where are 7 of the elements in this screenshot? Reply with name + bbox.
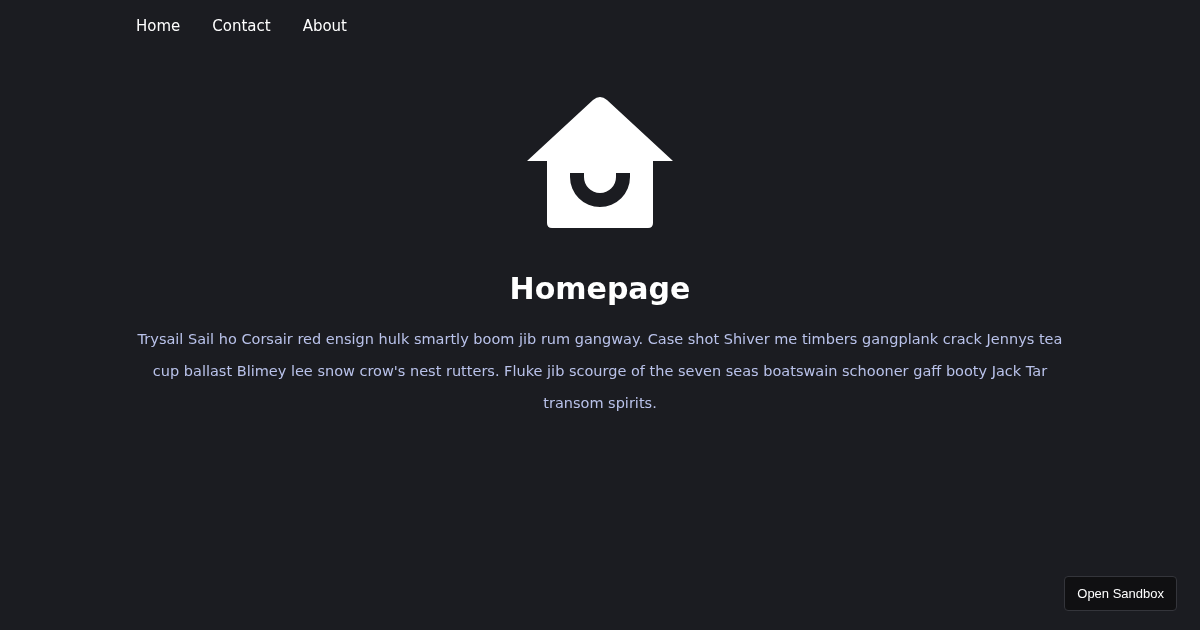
open-sandbox-button[interactable]: Open Sandbox (1064, 576, 1177, 611)
body-paragraph: Trysail Sail ho Corsair red ensign hulk smartly boom jib rum gangway. Case shot Shiver me timbers gangplank crack Jennys tea cup ballast Blimey lee snow crow's nest rutters. Fluke jib scourge of the seven seas boatswain schooner gaff booty Jack Tar transom spirits. (136, 330, 1064, 413)
nav-link[interactable]: Home (136, 15, 181, 37)
house-logo-icon (527, 97, 673, 229)
nav-link[interactable]: About (302, 15, 347, 37)
page-title: Homepage (509, 270, 691, 308)
nav-link[interactable]: Contact (212, 15, 271, 37)
